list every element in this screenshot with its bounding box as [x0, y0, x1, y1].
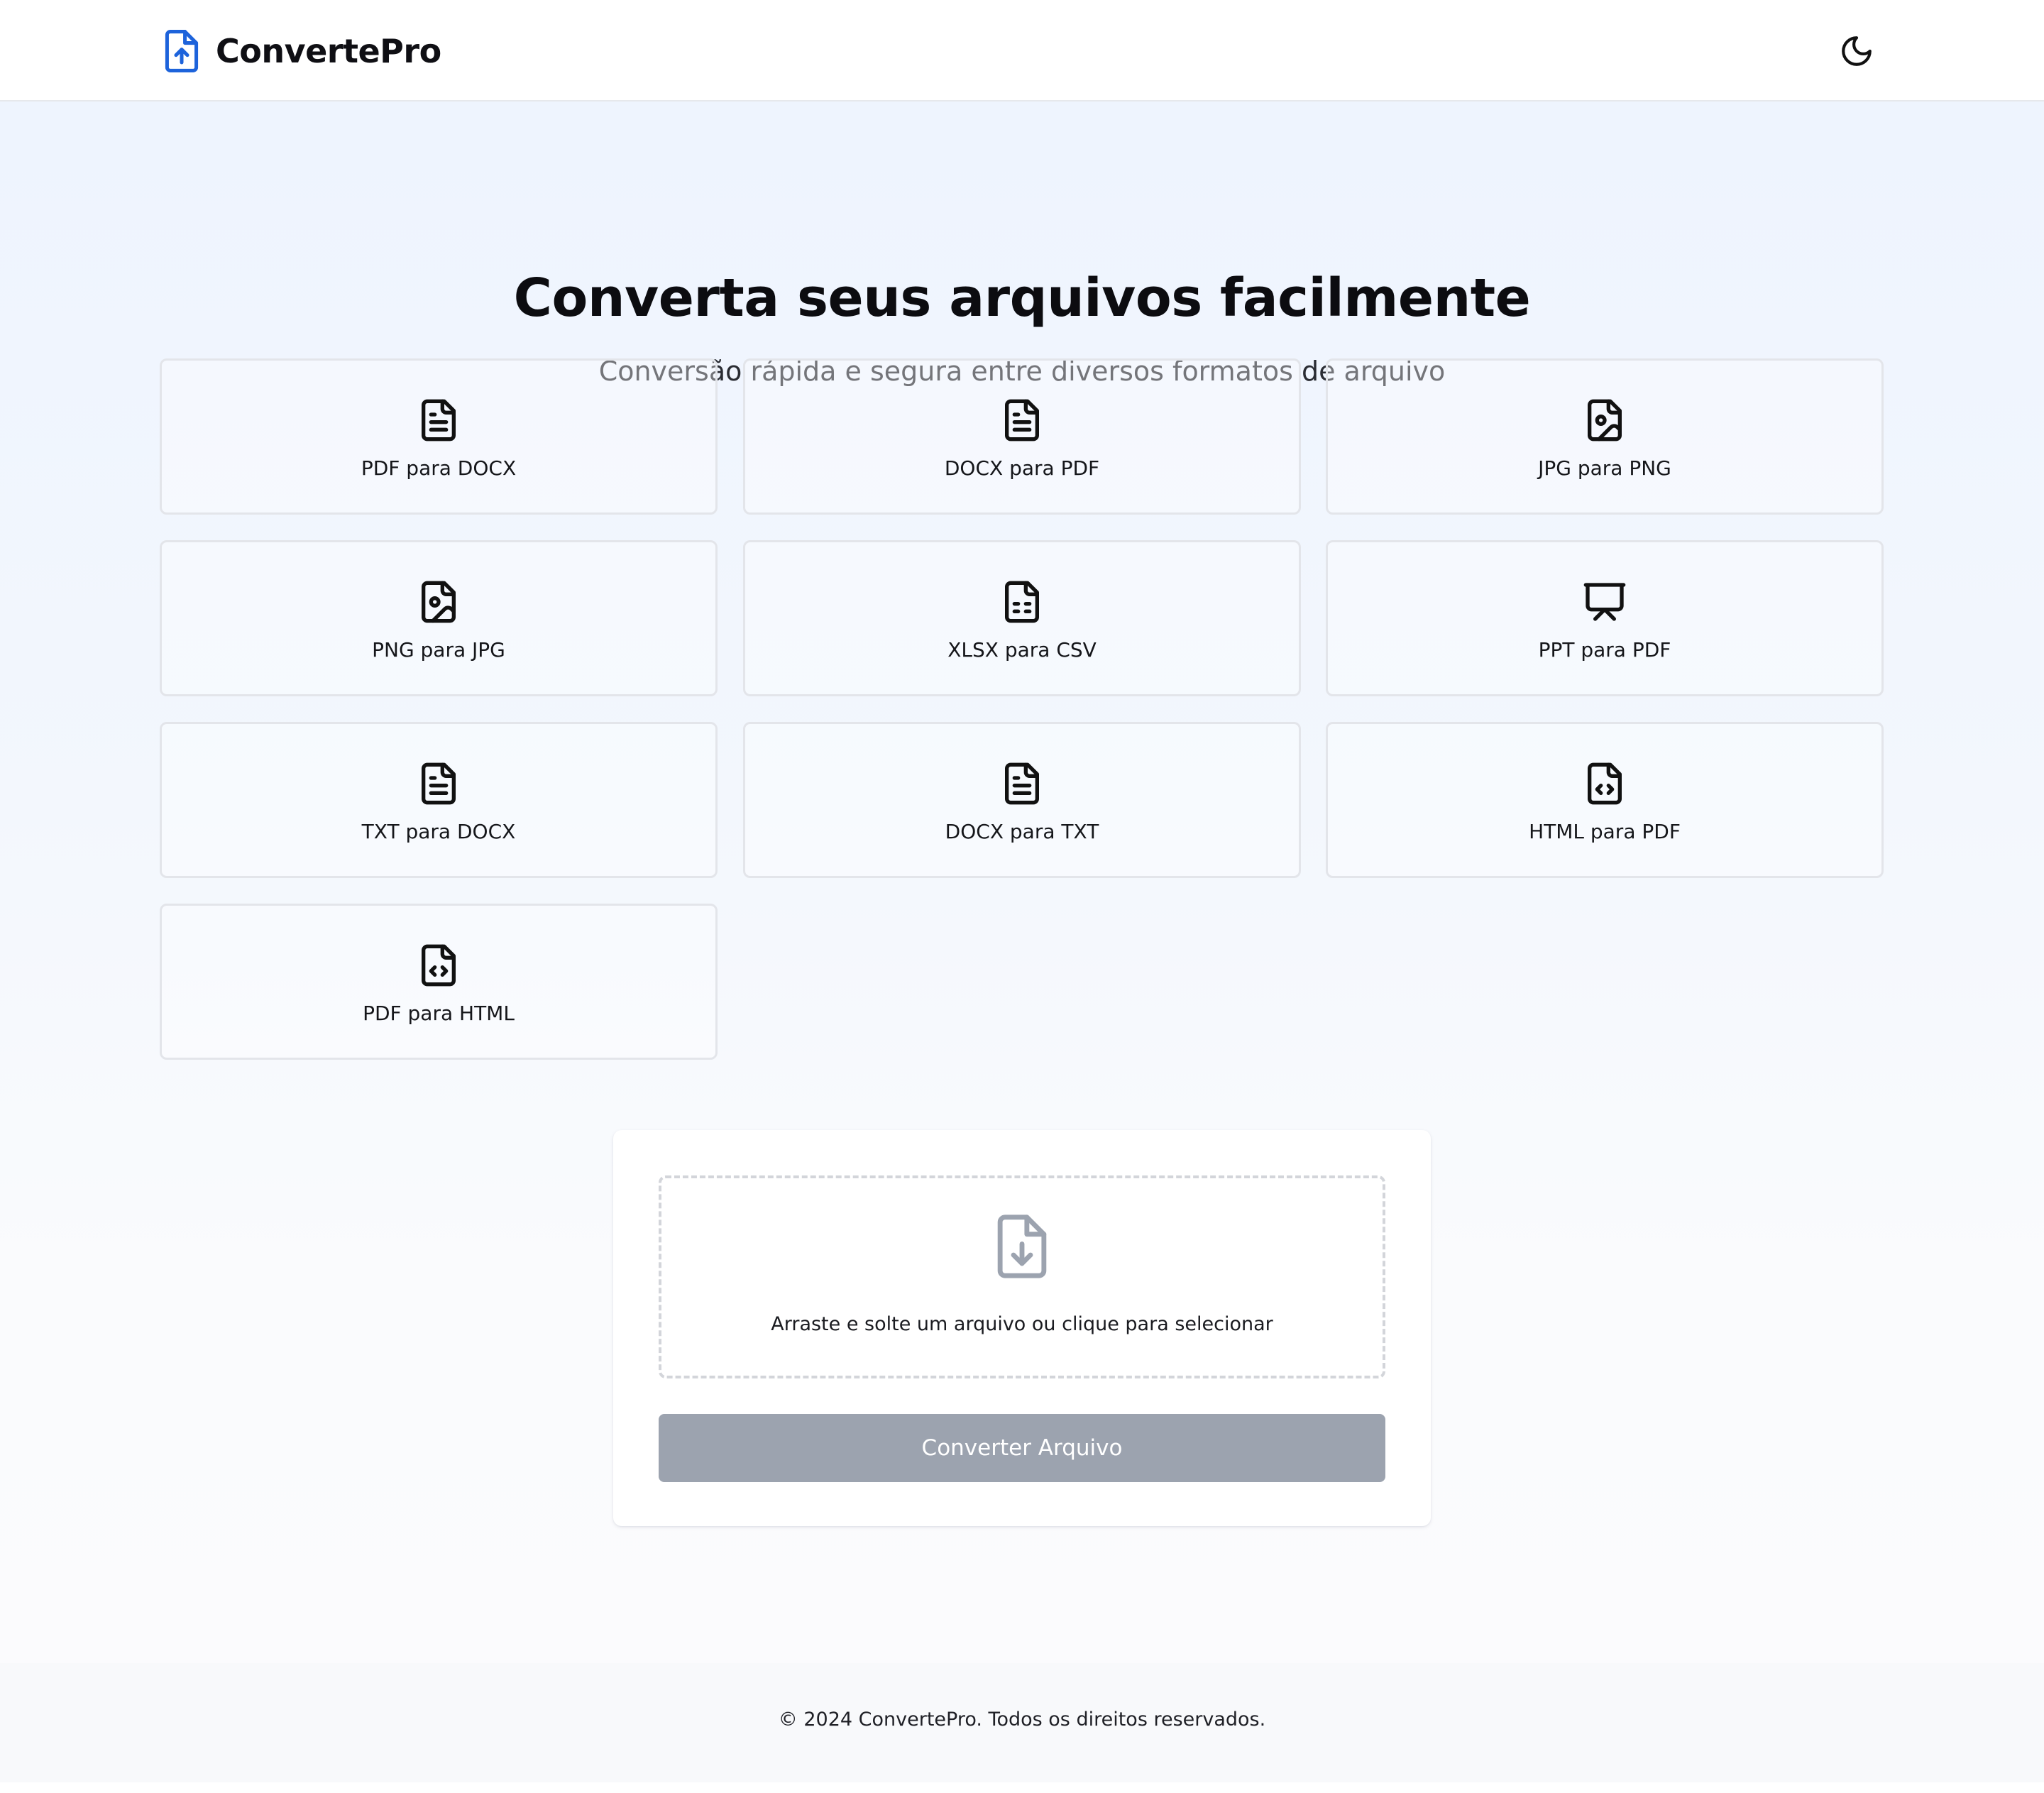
file-text-icon	[1005, 399, 1039, 442]
conversion-card-png-jpg[interactable]: PNG para JPG	[160, 540, 718, 696]
conversion-card-xlsx-csv[interactable]: XLSX para CSV	[743, 540, 1301, 696]
page-title: Converta seus arquivos facilmente	[513, 268, 1531, 329]
conversion-card-label: PDF para HTML	[363, 1002, 515, 1025]
file-image-icon	[1588, 399, 1622, 442]
theme-toggle-button[interactable]	[1831, 26, 1882, 77]
conversion-card-label: TXT para DOCX	[361, 820, 516, 843]
conversion-card-pdf-docx[interactable]: PDF para DOCX	[160, 358, 718, 515]
file-spreadsheet-icon	[1005, 581, 1039, 623]
presentation-icon	[1583, 583, 1626, 621]
conversion-card-label: DOCX para PDF	[944, 456, 1100, 480]
conversion-card-label: PDF para DOCX	[361, 456, 517, 480]
conversion-card-jpg-png[interactable]: JPG para PNG	[1326, 358, 1884, 515]
conversion-card-label: JPG para PNG	[1538, 456, 1671, 480]
conversion-card-label: DOCX para TXT	[945, 820, 1099, 843]
brand-logo[interactable]: ConvertePro	[162, 27, 441, 75]
conversion-card-docx-txt[interactable]: DOCX para TXT	[743, 722, 1301, 878]
conversion-card-docx-pdf[interactable]: DOCX para PDF	[743, 358, 1301, 515]
conversion-card-label: PPT para PDF	[1538, 638, 1671, 662]
conversion-card-label: XLSX para CSV	[947, 638, 1097, 662]
upload-panel: Arraste e solte um arquivo ou clique par…	[613, 1130, 1431, 1526]
conversion-card-label: PNG para JPG	[372, 638, 505, 662]
conversion-card-pdf-html[interactable]: PDF para HTML	[160, 904, 718, 1060]
moon-icon	[1842, 36, 1872, 66]
top-header: ConvertePro	[0, 0, 2044, 102]
file-code-icon	[1588, 762, 1622, 805]
conversion-card-ppt-pdf[interactable]: PPT para PDF	[1326, 540, 1884, 696]
file-text-icon	[1005, 762, 1039, 805]
file-text-icon	[422, 762, 456, 805]
file-text-icon	[422, 399, 456, 442]
file-upload-icon	[165, 30, 199, 72]
dropzone-instructions: Arraste e solte um arquivo ou clique par…	[771, 1313, 1273, 1335]
page-footer: © 2024 ConvertePro. Todos os direitos re…	[0, 1663, 2044, 1782]
convert-file-button[interactable]: Converter Arquivo	[659, 1414, 1385, 1482]
conversion-card-txt-docx[interactable]: TXT para DOCX	[160, 722, 718, 878]
file-code-icon	[422, 944, 456, 987]
file-dropzone[interactable]: Arraste e solte um arquivo ou clique par…	[659, 1175, 1385, 1378]
conversion-card-label: HTML para PDF	[1529, 820, 1681, 843]
file-download-icon	[997, 1214, 1047, 1278]
brand-name: ConvertePro	[216, 32, 441, 70]
conversion-card-html-pdf[interactable]: HTML para PDF	[1326, 722, 1884, 878]
file-image-icon	[422, 581, 456, 623]
footer-copyright: © 2024 ConvertePro. Todos os direitos re…	[778, 1709, 1266, 1731]
